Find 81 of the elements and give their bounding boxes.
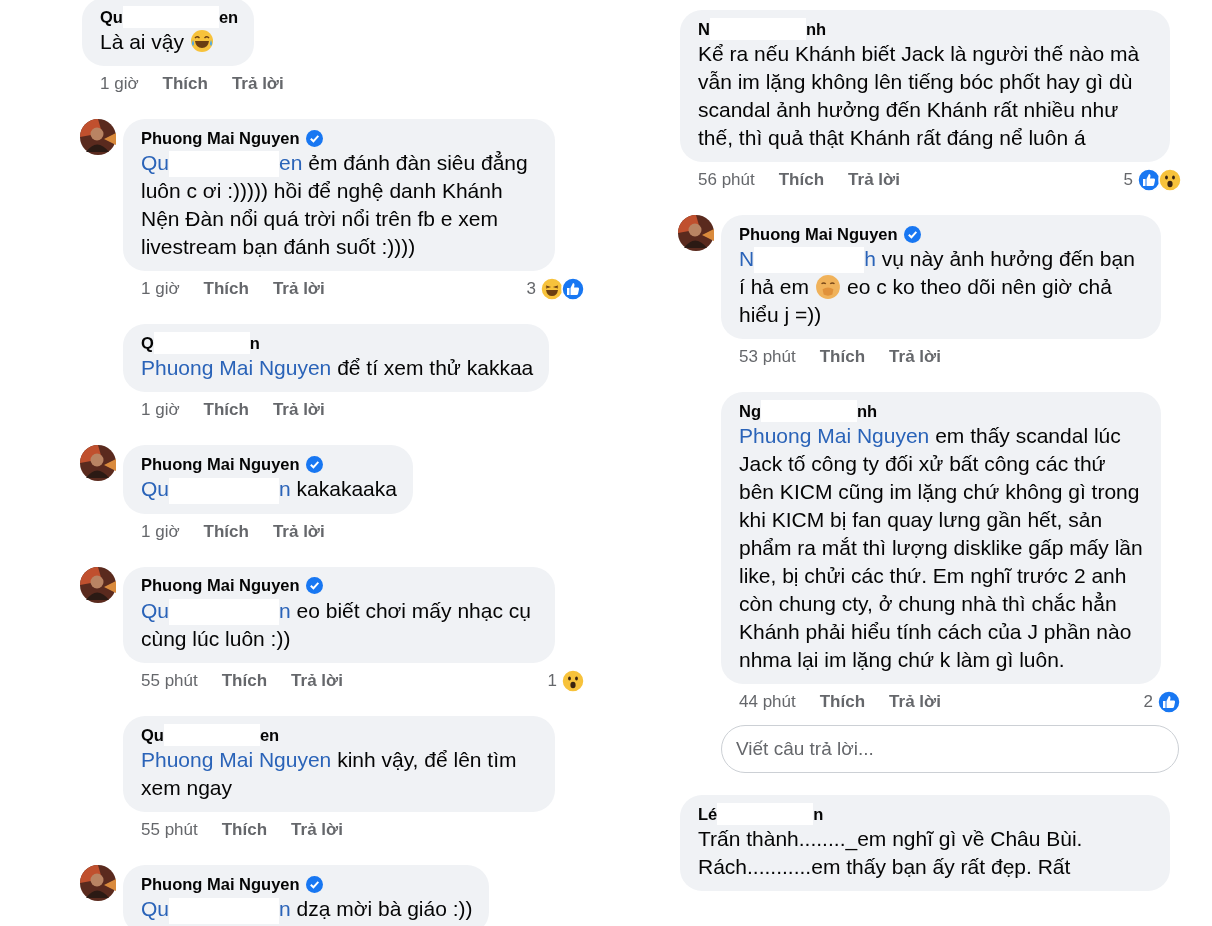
mention-link[interactable]: Qu n [141, 477, 291, 501]
reply-link[interactable]: Trả lời [272, 279, 325, 300]
reply-link[interactable]: Trả lời [848, 170, 900, 190]
reaction-count: 3 [526, 279, 536, 300]
author-name[interactable]: n [249, 333, 260, 353]
comment-time: 1 giờ [141, 279, 180, 300]
author-name[interactable]: Ng [739, 401, 761, 421]
author-name[interactable]: N [698, 19, 710, 39]
comment-time: 55 phút [141, 671, 198, 692]
surprised-emoji-icon [561, 669, 585, 694]
author-name[interactable]: en [218, 7, 239, 27]
surprised-emoji-icon [1158, 168, 1182, 192]
comment-text: Phuong Mai Nguyen để tí xem thử kakkaa [141, 355, 534, 382]
author-name[interactable]: Phuong Mai Nguyen [141, 128, 300, 148]
hand-over-mouth-emoji-icon [815, 274, 842, 301]
mention-link[interactable]: Qu en [141, 151, 303, 174]
comment-time: 44 phút [739, 692, 796, 713]
reply-link[interactable]: Trả lời [889, 692, 941, 713]
reply-link[interactable]: Trả lời [272, 521, 325, 542]
comment-time: 56 phút [698, 170, 755, 190]
author-name[interactable]: Qu [141, 725, 164, 745]
mention-link[interactable]: Qu n [141, 598, 291, 622]
reaction-count: 1 [547, 671, 557, 692]
author-name[interactable]: Phuong Mai Nguyen [739, 224, 898, 244]
like-link[interactable]: Thích [819, 347, 866, 368]
comment-text: Qu en ẻm đánh đàn siêu đẳng luôn c ơi :))))) hồi để nghệ danh Khánh Nện Đàn nổi quá trời nổi trên fb e xem livestream bạn đánh suốt :)))) [141, 150, 529, 261]
thumbs-up-icon [561, 277, 585, 302]
author-name[interactable]: n [813, 804, 824, 824]
comment-text: Phuong Mai Nguyen em thấy scandal lúc Jack tố công ty đối xử bất công các thứ bên KICM cũng im lặng chứ không gì trong khi KICM bị fan quay lưng gần hết, sản phẩm ra mắt thì lượng disklike gấp mấy lần like, bị chửi các thứ. Em nghĩ trước 2 anh còn chung cty, ở chung nhà thì chắc hẳn Khánh phải hiểu tính cách của J phần nào nhma lại im lặng chứ k làm gì luôn. [739, 423, 1144, 674]
reply-input-field[interactable]: Viết câu trả lời... [721, 725, 1179, 774]
reply-link[interactable]: Trả lời [291, 820, 343, 841]
reaction-count: 5 [1123, 170, 1133, 190]
comment-text: N h vụ này ảnh hưởng đến bạn í hả em eo c ko theo dõi nên giờ chả hiểu j =)) [739, 246, 1136, 329]
laughing-emoji-icon [190, 29, 215, 53]
mention-link[interactable]: Phuong Mai Nguyen [739, 424, 930, 448]
comment-text: Qu n kakakaaka [141, 475, 397, 504]
author-name[interactable]: en [259, 725, 280, 745]
like-link[interactable]: Thích [203, 521, 249, 542]
mention-link[interactable]: Phuong Mai Nguyen [141, 748, 332, 772]
comment-time: 1 giờ [141, 400, 180, 421]
reply-link[interactable]: Trả lời [291, 671, 343, 692]
like-link[interactable]: Thích [221, 671, 268, 692]
author-name[interactable]: Q [141, 333, 154, 353]
reply-link[interactable]: Trả lời [889, 347, 941, 368]
author-name[interactable]: Phuong Mai Nguyen [141, 874, 300, 894]
mention-link[interactable]: Phuong Mai Nguyen [141, 356, 332, 380]
like-link[interactable]: Thích [203, 279, 249, 300]
author-name[interactable]: nh [805, 19, 827, 39]
thumbs-up-icon [1137, 168, 1161, 192]
comment-text: Kể ra nếu Khánh biết Jack là người thế nào mà vẫn im lặng không lên tiếng bóc phốt hay gì dù scandal ảnh hưởng đến Khánh rất nhiều như thế, thì quả thật Khánh rất đáng nể luôn á [698, 41, 1141, 151]
comment-text: Qu n dzạ mời bà giáo :)) [141, 895, 473, 924]
comment-text: Trấn thành........_em nghĩ gì về Châu Bùi. Rách...........em thấy bạn ấy rất đẹp. Rất [698, 826, 1084, 881]
avatar[interactable] [80, 865, 116, 902]
author-name[interactable]: Qu [100, 7, 123, 27]
like-link[interactable]: Thích [221, 820, 268, 841]
comment-time: 53 phút [739, 347, 796, 368]
like-link[interactable]: Thích [778, 170, 825, 190]
comment-time: 1 giờ [100, 74, 139, 94]
avatar[interactable] [80, 566, 116, 603]
laughing-emoji-icon [540, 277, 564, 302]
author-name[interactable]: Phuong Mai Nguyen [141, 454, 300, 474]
comment-text: Là ai vậy [100, 28, 239, 56]
like-link[interactable]: Thích [162, 74, 208, 94]
mention-link[interactable]: N h [739, 247, 876, 270]
like-link[interactable]: Thích [819, 692, 866, 713]
thumbs-up-icon [1157, 690, 1181, 715]
like-link[interactable]: Thích [203, 400, 249, 421]
comment-text: Qu n eo biết chơi mấy nhạc cụ cùng lúc luôn :)) [141, 597, 532, 653]
comment-text: Phuong Mai Nguyen kinh vậy, để lên tìm xem ngay [141, 747, 518, 802]
avatar[interactable] [678, 215, 714, 251]
reaction-count: 2 [1143, 692, 1153, 713]
comment-time: 55 phút [141, 820, 198, 841]
avatar[interactable] [80, 445, 116, 482]
reply-link[interactable]: Trả lời [231, 74, 284, 94]
reply-link[interactable]: Trả lời [272, 400, 325, 421]
avatar[interactable] [80, 119, 116, 155]
comment-time: 1 giờ [141, 521, 180, 542]
author-name[interactable]: nh [857, 401, 878, 421]
author-name[interactable]: Lé [698, 804, 718, 824]
mention-link[interactable]: Qu n [141, 897, 291, 921]
author-name[interactable]: Phuong Mai Nguyen [141, 576, 300, 596]
